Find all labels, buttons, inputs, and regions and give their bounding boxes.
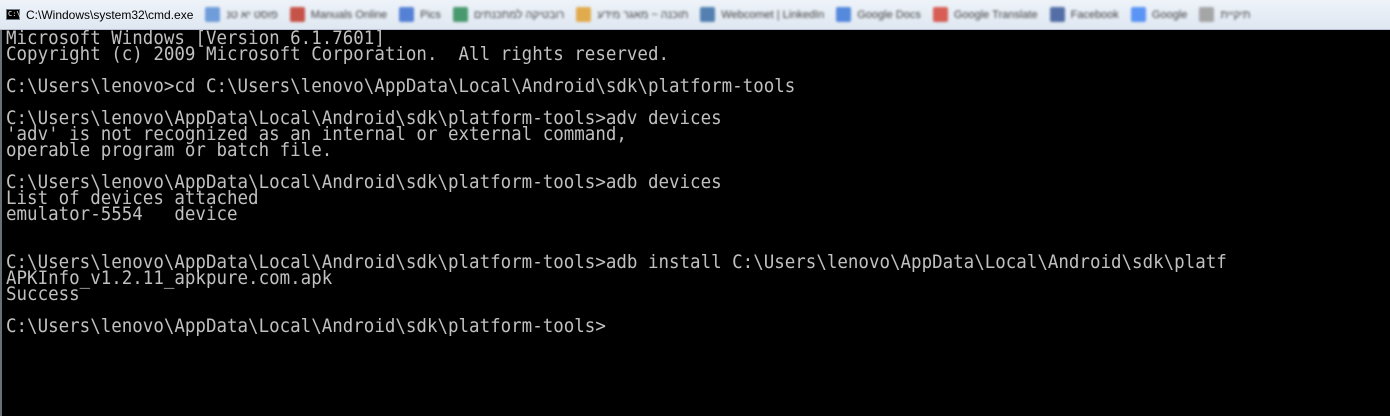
bookmark-label: תוכנה ~ מאגר מידע bbox=[597, 8, 689, 21]
background-bookmarks-bar: פוסט יא טנ Manuals Online Pics רובטיקה למתכ… bbox=[205, 7, 1262, 22]
bookmark-favicon-icon bbox=[1199, 7, 1215, 22]
bookmark-item[interactable]: Google bbox=[1130, 7, 1188, 22]
bookmark-label: Webcomet | LinkedIn bbox=[721, 8, 825, 21]
console-line: C:\Users\lenovo\AppData\Local\Android\sd… bbox=[6, 315, 606, 337]
console-app-icon: C:\ bbox=[6, 9, 21, 20]
bookmark-favicon-icon bbox=[576, 7, 592, 22]
bookmark-favicon-icon bbox=[932, 7, 948, 22]
bookmark-label: Manuals Online bbox=[310, 8, 388, 21]
bookmark-item[interactable]: תוכנה ~ מאגר מידע bbox=[576, 7, 688, 22]
title-bar[interactable]: C:\ C:\Windows\system32\cmd.exe פוסט יא … bbox=[0, 0, 1390, 30]
bookmark-item[interactable]: רובטיקה למתכנתים bbox=[452, 7, 565, 22]
bookmark-item[interactable]: Manuals Online bbox=[289, 7, 388, 22]
bookmark-favicon-icon bbox=[205, 7, 221, 22]
bookmark-label: Google bbox=[1151, 8, 1188, 21]
bookmark-label: תיקיית bbox=[1220, 8, 1251, 21]
bookmark-favicon-icon bbox=[836, 7, 852, 22]
bookmark-favicon-icon bbox=[289, 7, 305, 22]
console-text: Microsoft Windows [Version 6.1.7601] Copy… bbox=[6, 30, 1227, 337]
console-line: emulator-5554 device bbox=[6, 203, 238, 225]
bookmark-label: Pics bbox=[420, 8, 441, 21]
console-line: C:\Users\lenovo>cd C:\Users\lenovo\AppDa… bbox=[6, 75, 796, 97]
window-title: C:\Windows\system32\cmd.exe bbox=[26, 7, 194, 22]
bookmark-item[interactable]: פוסט יא טנ bbox=[205, 7, 278, 22]
bookmark-label: פוסט יא טנ bbox=[226, 8, 278, 21]
bookmark-item[interactable]: Google Translate bbox=[932, 7, 1038, 22]
bookmark-item[interactable]: Pics bbox=[399, 7, 441, 22]
bookmark-item[interactable]: Webcomet | LinkedIn bbox=[700, 7, 824, 22]
bookmark-item[interactable]: תיקיית bbox=[1199, 7, 1250, 22]
cmd-window: C:\ C:\Windows\system32\cmd.exe פוסט יא … bbox=[0, 0, 1390, 416]
bookmark-favicon-icon bbox=[1130, 7, 1146, 22]
bookmark-label: רובטיקה למתכנתים bbox=[473, 8, 565, 21]
bookmark-favicon-icon bbox=[399, 7, 415, 22]
bookmark-label: Google Translate bbox=[953, 8, 1038, 21]
bookmark-item[interactable]: Google Docs bbox=[836, 7, 921, 22]
bookmark-item[interactable]: Facebook bbox=[1049, 7, 1119, 22]
console-output-area[interactable]: Microsoft Windows [Version 6.1.7601] Copy… bbox=[0, 30, 1390, 416]
bookmark-favicon-icon bbox=[452, 7, 468, 22]
bookmark-label: Facebook bbox=[1070, 8, 1119, 21]
console-line: Copyright (c) 2009 Microsoft Corporation… bbox=[6, 43, 670, 65]
bookmark-favicon-icon bbox=[700, 7, 716, 22]
bookmark-favicon-icon bbox=[1049, 7, 1065, 22]
bookmark-label: Google Docs bbox=[857, 8, 921, 21]
